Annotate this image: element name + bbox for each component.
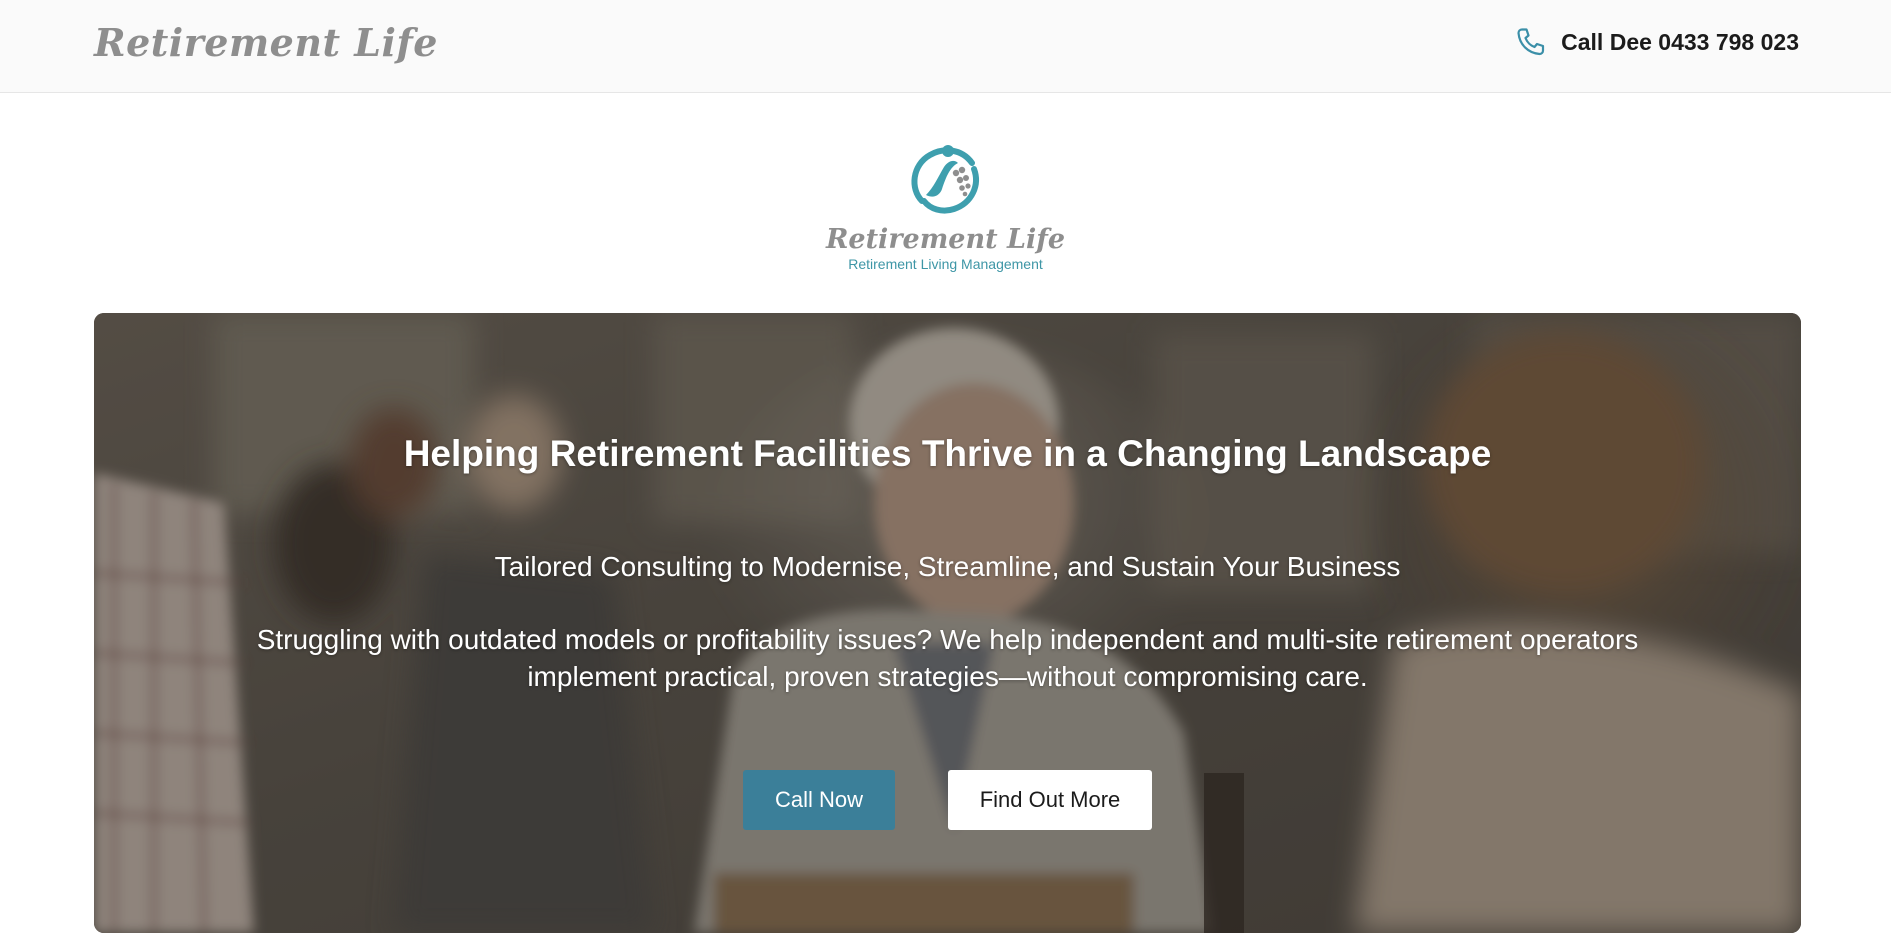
call-dee-link[interactable]: Call Dee 0433 798 023 [1515,26,1799,58]
site-header: Retirement Life Call Dee 0433 798 023 [0,0,1891,93]
find-out-more-button[interactable]: Find Out More [948,770,1152,830]
brand-logo-text[interactable]: Retirement Life [94,20,438,65]
site-logo[interactable]: Retirement Life Retirement Living Manage… [0,137,1891,277]
retirement-life-logo-icon [0,137,1891,221]
hero-actions: Call Now Find Out More [94,770,1801,830]
hero-description: Struggling with outdated models or profi… [256,624,1639,692]
phone-icon [1515,26,1547,58]
call-now-button[interactable]: Call Now [743,770,895,830]
hero-subtitle: Tailored Consulting to Modernise, Stream… [494,551,1401,582]
hero-section: Helping Retirement Facilities Thrive in … [94,313,1801,933]
logo-tagline: Retirement Living Management [848,256,1043,272]
logo-name: Retirement Life [825,224,1066,255]
hero-title: Helping Retirement Facilities Thrive in … [403,433,1492,474]
phone-number-label: Call Dee 0433 798 023 [1561,28,1799,55]
